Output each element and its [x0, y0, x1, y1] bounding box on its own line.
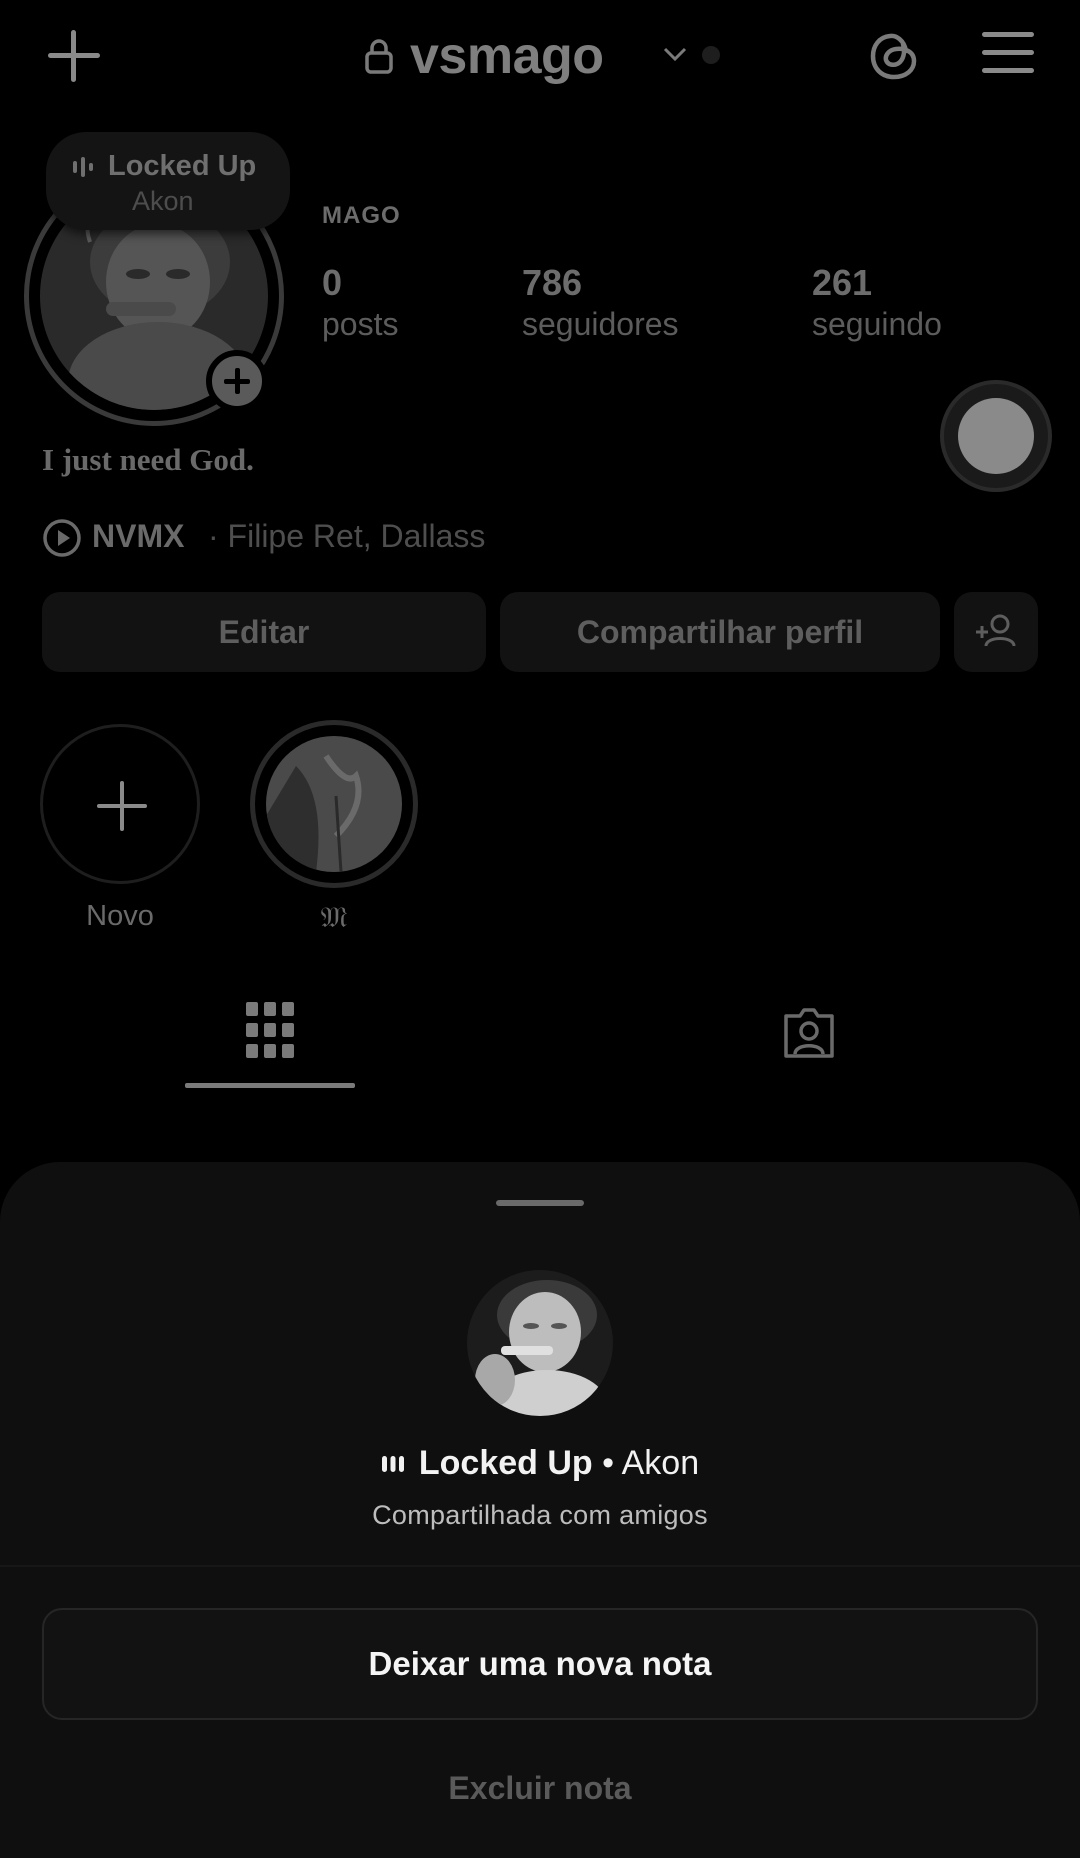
- edit-profile-button[interactable]: Editar: [42, 592, 486, 672]
- add-person-icon: [976, 614, 1016, 647]
- lock-icon: [365, 39, 393, 74]
- play-icon[interactable]: [42, 518, 82, 558]
- bio-text: I just need God.: [42, 442, 254, 477]
- username-title[interactable]: vsmago: [410, 26, 604, 86]
- stat-label: seguindo: [812, 306, 942, 342]
- sheet-song-artist: • Akon: [592, 1444, 700, 1482]
- notification-dot: [702, 46, 720, 64]
- hamburger-menu-icon[interactable]: [982, 30, 1034, 76]
- sheet-song-title: Locked Up: [418, 1444, 593, 1482]
- stat-label: posts: [322, 306, 399, 342]
- tagged-person-icon[interactable]: [780, 1004, 838, 1062]
- profile-music-song[interactable]: NVMX: [92, 518, 184, 555]
- stat-posts[interactable]: 0 posts: [322, 262, 398, 343]
- add-story-button[interactable]: [206, 350, 268, 412]
- tab-active-indicator: [185, 1083, 355, 1088]
- note-bubble-artist: Akon: [132, 186, 194, 216]
- sheet-song: Locked Up • Akon: [0, 1444, 1080, 1483]
- add-person-button[interactable]: [954, 592, 1038, 672]
- stat-following[interactable]: 261 seguindo: [812, 262, 942, 343]
- music-bars-icon: [73, 157, 93, 177]
- top-bar: vsmago: [0, 0, 1080, 110]
- music-bars-icon: [381, 1456, 404, 1472]
- stat-label: seguidores: [522, 306, 679, 342]
- stat-value: 786: [522, 262, 583, 303]
- profile-music-artists: · Filipe Ret, Dallass: [208, 518, 486, 554]
- stat-followers[interactable]: 786 seguidores: [522, 262, 679, 343]
- delete-note-button[interactable]: Excluir nota: [0, 1770, 1080, 1807]
- display-name: MAGO: [322, 202, 401, 229]
- share-profile-button[interactable]: Compartilhar perfil: [500, 592, 940, 672]
- threads-icon[interactable]: [866, 26, 922, 84]
- highlight-label: 𝔐: [320, 900, 348, 934]
- chevron-down-icon[interactable]: [662, 44, 688, 64]
- sheet-avatar: [467, 1270, 613, 1416]
- stat-value: 261: [812, 262, 873, 303]
- profile-page: vsmago Locked Up Akon MAGO 0 posts 786 s…: [0, 0, 1080, 1180]
- stat-value: 0: [322, 262, 343, 303]
- sheet-subtitle: Compartilhada com amigos: [372, 1500, 708, 1530]
- highlight-image[interactable]: [266, 736, 402, 872]
- note-bubble-title: Locked Up: [108, 150, 257, 182]
- new-note-button[interactable]: Deixar uma nova nota: [42, 1608, 1038, 1720]
- floating-bubble-inner: [958, 398, 1034, 474]
- plus-icon[interactable]: [46, 28, 102, 84]
- new-highlight-button[interactable]: [40, 724, 200, 884]
- grid-icon[interactable]: [246, 1002, 296, 1062]
- sheet-drag-handle[interactable]: [496, 1200, 584, 1206]
- sheet-divider: [0, 1565, 1080, 1567]
- highlight-label: Novo: [86, 900, 154, 932]
